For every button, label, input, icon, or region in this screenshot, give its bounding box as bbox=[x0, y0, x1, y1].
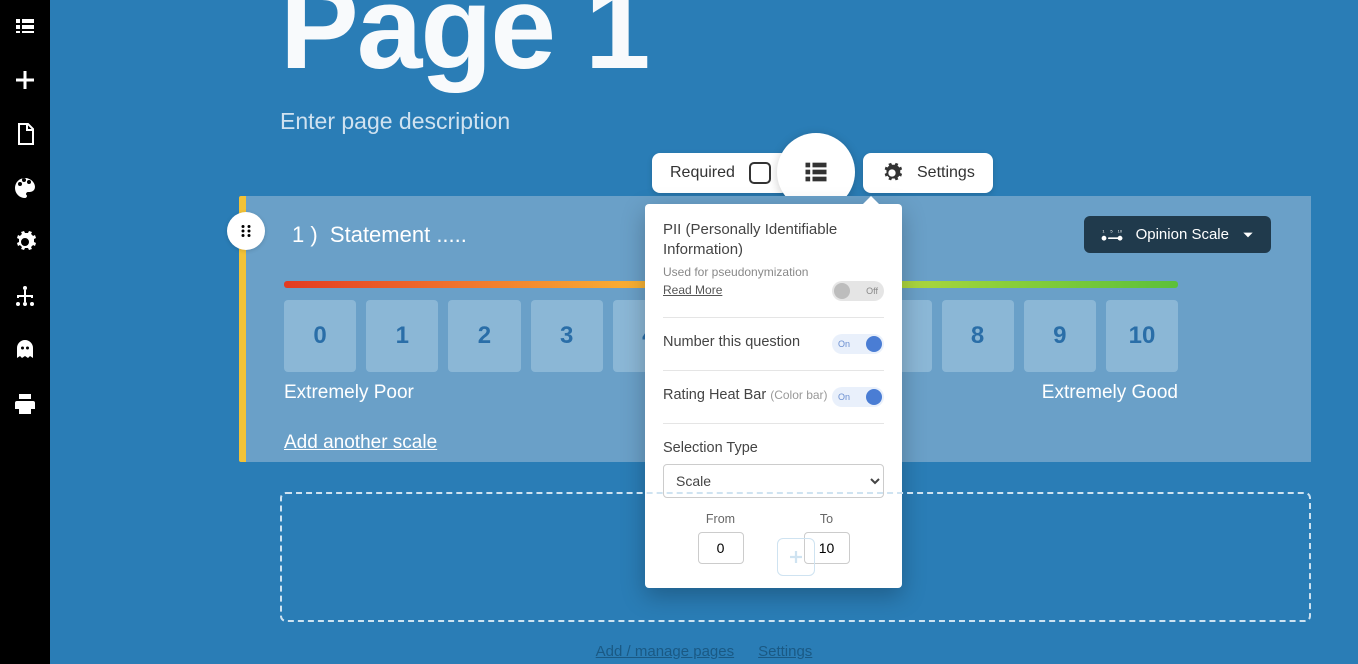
settings-label: Settings bbox=[917, 164, 975, 182]
page-title[interactable]: Page 1 bbox=[280, 0, 648, 96]
svg-text:10: 10 bbox=[1117, 228, 1122, 233]
gear-icon bbox=[881, 162, 903, 184]
opinion-scale-icon: 1510 bbox=[1100, 228, 1124, 242]
svg-text:5: 5 bbox=[1110, 228, 1113, 233]
grip-icon bbox=[237, 222, 255, 240]
question-title[interactable]: 1 ) Statement ..... bbox=[284, 222, 467, 248]
scale-cell-2[interactable]: 2 bbox=[448, 300, 520, 372]
plus-icon bbox=[787, 548, 805, 566]
scale-cell-1[interactable]: 1 bbox=[366, 300, 438, 372]
number-question-toggle[interactable]: On bbox=[832, 334, 884, 354]
checkbox-icon bbox=[749, 162, 771, 184]
toggle-label: On bbox=[838, 339, 850, 349]
scale-cell-10[interactable]: 10 bbox=[1106, 300, 1178, 372]
add-question-button[interactable] bbox=[777, 538, 815, 576]
question-type-selector[interactable]: 1510 Opinion Scale bbox=[1084, 216, 1271, 253]
settings-button[interactable]: Settings bbox=[863, 153, 993, 193]
toggle-knob bbox=[866, 336, 882, 352]
left-rail bbox=[0, 0, 50, 664]
footer-settings[interactable]: Settings bbox=[758, 643, 812, 660]
pii-subtext: Used for pseudonymization bbox=[663, 265, 884, 279]
scale-cell-9[interactable]: 9 bbox=[1024, 300, 1096, 372]
setting-number-question: Number this question On bbox=[663, 322, 884, 362]
toggle-label: On bbox=[838, 392, 850, 402]
setting-heat-bar: Rating Heat Bar (Color bar) On bbox=[663, 375, 884, 415]
add-icon[interactable] bbox=[13, 68, 37, 92]
footer-manage-pages[interactable]: Add / manage pages bbox=[596, 643, 734, 660]
flow-icon[interactable] bbox=[13, 284, 37, 308]
setting-pii: PII (Personally Identifiable Information… bbox=[663, 220, 884, 309]
scale-min-label: Extremely Poor bbox=[284, 382, 414, 404]
canvas: Page 1 Enter page description Required S… bbox=[50, 0, 1358, 664]
menu-icon[interactable] bbox=[13, 14, 37, 38]
svg-text:1: 1 bbox=[1102, 228, 1105, 233]
scale-cell-3[interactable]: 3 bbox=[531, 300, 603, 372]
heat-bar-toggle[interactable]: On bbox=[832, 387, 884, 407]
gear-icon[interactable] bbox=[13, 230, 37, 254]
list-icon bbox=[802, 158, 830, 186]
pii-title: PII (Personally Identifiable Information… bbox=[663, 220, 884, 261]
required-toggle[interactable]: Required bbox=[652, 153, 789, 193]
selection-type-label: Selection Type bbox=[663, 440, 884, 456]
chevron-down-icon bbox=[1241, 228, 1255, 242]
page-description-input[interactable]: Enter page description bbox=[280, 108, 510, 135]
required-label: Required bbox=[670, 164, 735, 182]
print-icon[interactable] bbox=[13, 392, 37, 416]
add-question-dropzone[interactable] bbox=[280, 492, 1311, 622]
scale-max-label: Extremely Good bbox=[1042, 382, 1178, 404]
drag-handle[interactable] bbox=[227, 212, 265, 250]
scale-cell-8[interactable]: 8 bbox=[942, 300, 1014, 372]
add-another-scale[interactable]: Add another scale bbox=[284, 432, 437, 454]
footer: Add / manage pages Settings bbox=[50, 638, 1358, 664]
toggle-knob bbox=[866, 389, 882, 405]
toggle-label: Off bbox=[866, 286, 878, 296]
page-icon[interactable] bbox=[13, 122, 37, 146]
pii-toggle[interactable]: Off bbox=[832, 281, 884, 301]
pii-readmore[interactable]: Read More bbox=[663, 283, 722, 297]
scale-cell-0[interactable]: 0 bbox=[284, 300, 356, 372]
ghost-icon[interactable] bbox=[13, 338, 37, 362]
palette-icon[interactable] bbox=[13, 176, 37, 200]
question-type-label: Opinion Scale bbox=[1136, 226, 1229, 243]
toggle-knob bbox=[834, 283, 850, 299]
